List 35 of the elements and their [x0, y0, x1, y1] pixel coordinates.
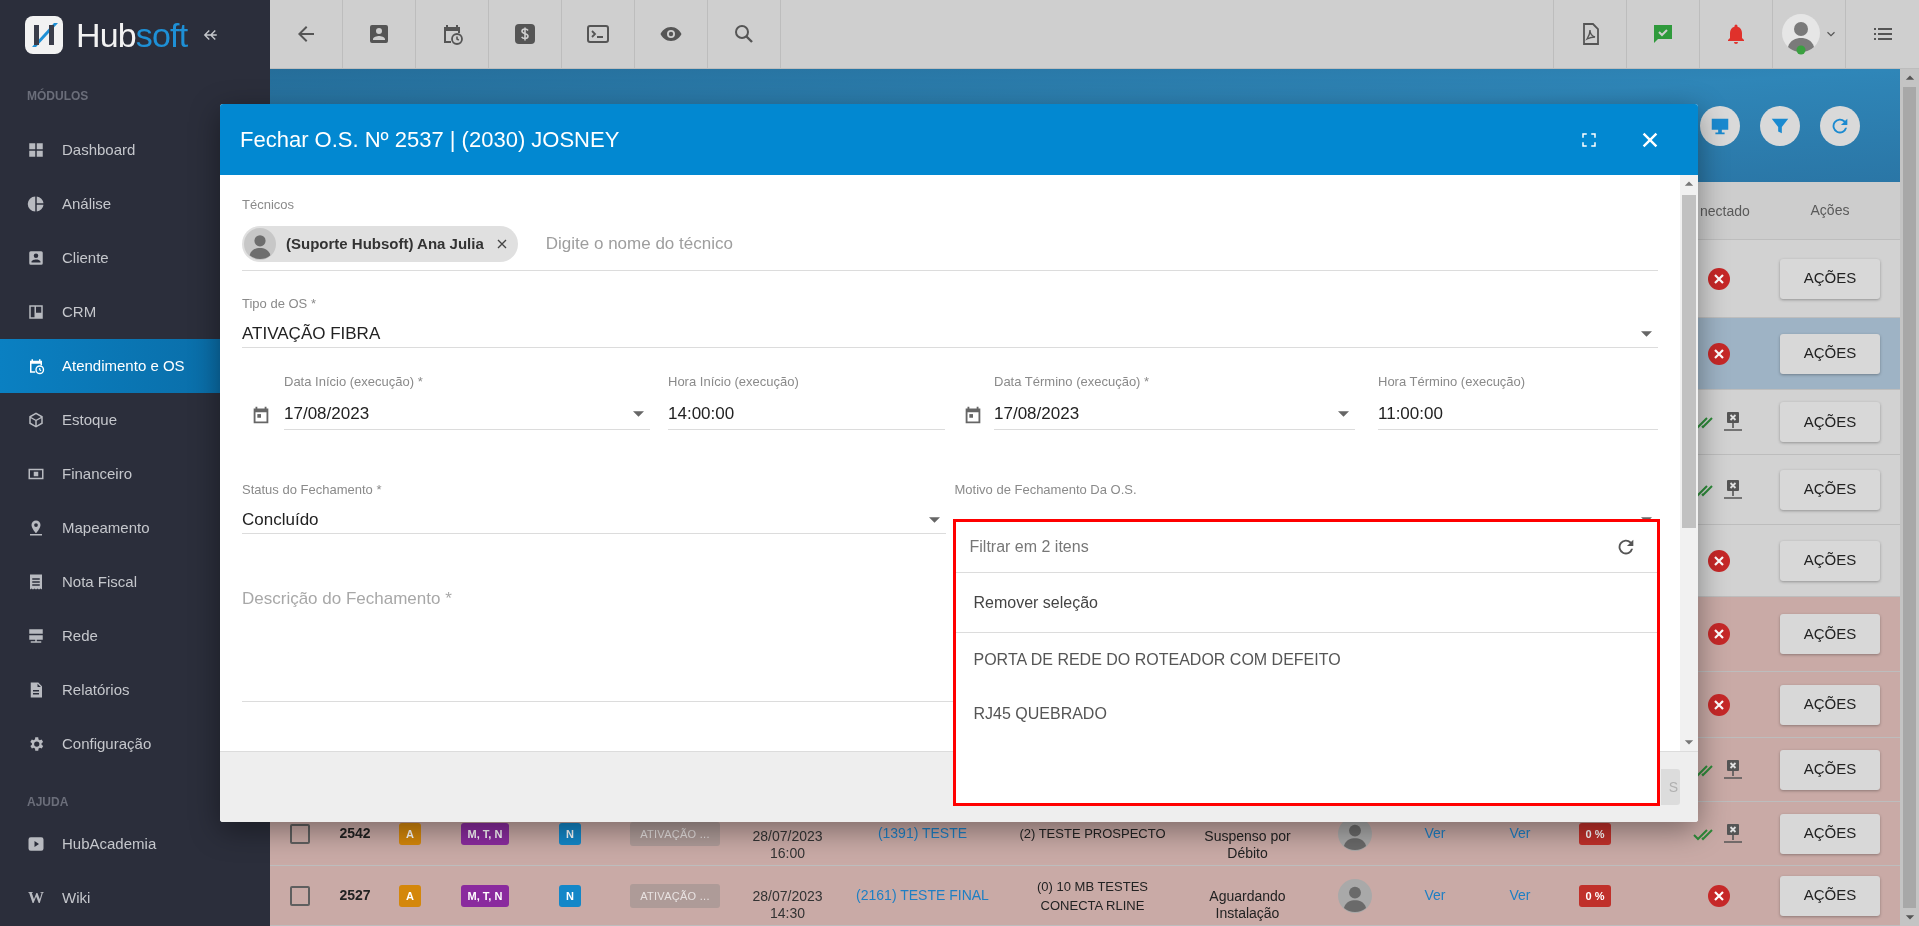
field-label: Data Término (execução) * [994, 374, 1151, 390]
wiki-icon: W [27, 886, 45, 910]
table-cell-text: (0) 10 MB TESTES CONECTA RLINE [1036, 877, 1149, 915]
tag: N [559, 822, 581, 845]
table-cell-text: (2) TESTE PROSPECTO [1018, 825, 1167, 843]
section-heading: MÓDULOS [27, 87, 89, 105]
field-label: Hora Início (execução) [668, 374, 800, 390]
column-header: nectado [1700, 202, 1750, 219]
field-label: Data Início (execução) * [284, 374, 424, 390]
table-cell: 28/07/2023 [752, 828, 823, 845]
field-label: Hora Término (execução) [1378, 374, 1527, 390]
tag: N [559, 884, 581, 907]
table-cell-text: 2542 [339, 824, 371, 843]
field-label: Motivo de Fechamento Da O.S. [954, 482, 1138, 498]
tag: M, T, N [460, 884, 510, 907]
progress-badge: 0 % [1578, 884, 1612, 907]
table-cell-text: 2527 [339, 886, 371, 905]
tag: ATIVAÇÃO ... [630, 883, 720, 908]
table-cell: 16:00 [769, 845, 805, 862]
table-cell-text: Suspenso por Débito [1203, 828, 1292, 862]
tag: M, T, N [460, 822, 510, 845]
table-cell: 28/07/2023 [752, 888, 823, 905]
tag: A [399, 822, 421, 845]
tag: A [399, 884, 421, 907]
logo-text: Hubsoft [76, 17, 188, 52]
progress-badge: 0 % [1578, 822, 1612, 845]
field-label: Tipo de OS * [242, 296, 316, 312]
field-label: Técnicos [242, 197, 295, 213]
column-header: Ações [1810, 201, 1850, 220]
dialog-title: Fechar O.S. Nº 2537 | (2030) JOSNEY [240, 126, 620, 154]
table-cell: 14:30 [769, 905, 805, 922]
tag: ATIVAÇÃO ... [630, 821, 720, 846]
section-heading: AJUDA [27, 794, 69, 811]
field-label: Status do Fechamento * [242, 482, 383, 498]
table-cell-text: Aguardando Instalação [1208, 888, 1287, 922]
